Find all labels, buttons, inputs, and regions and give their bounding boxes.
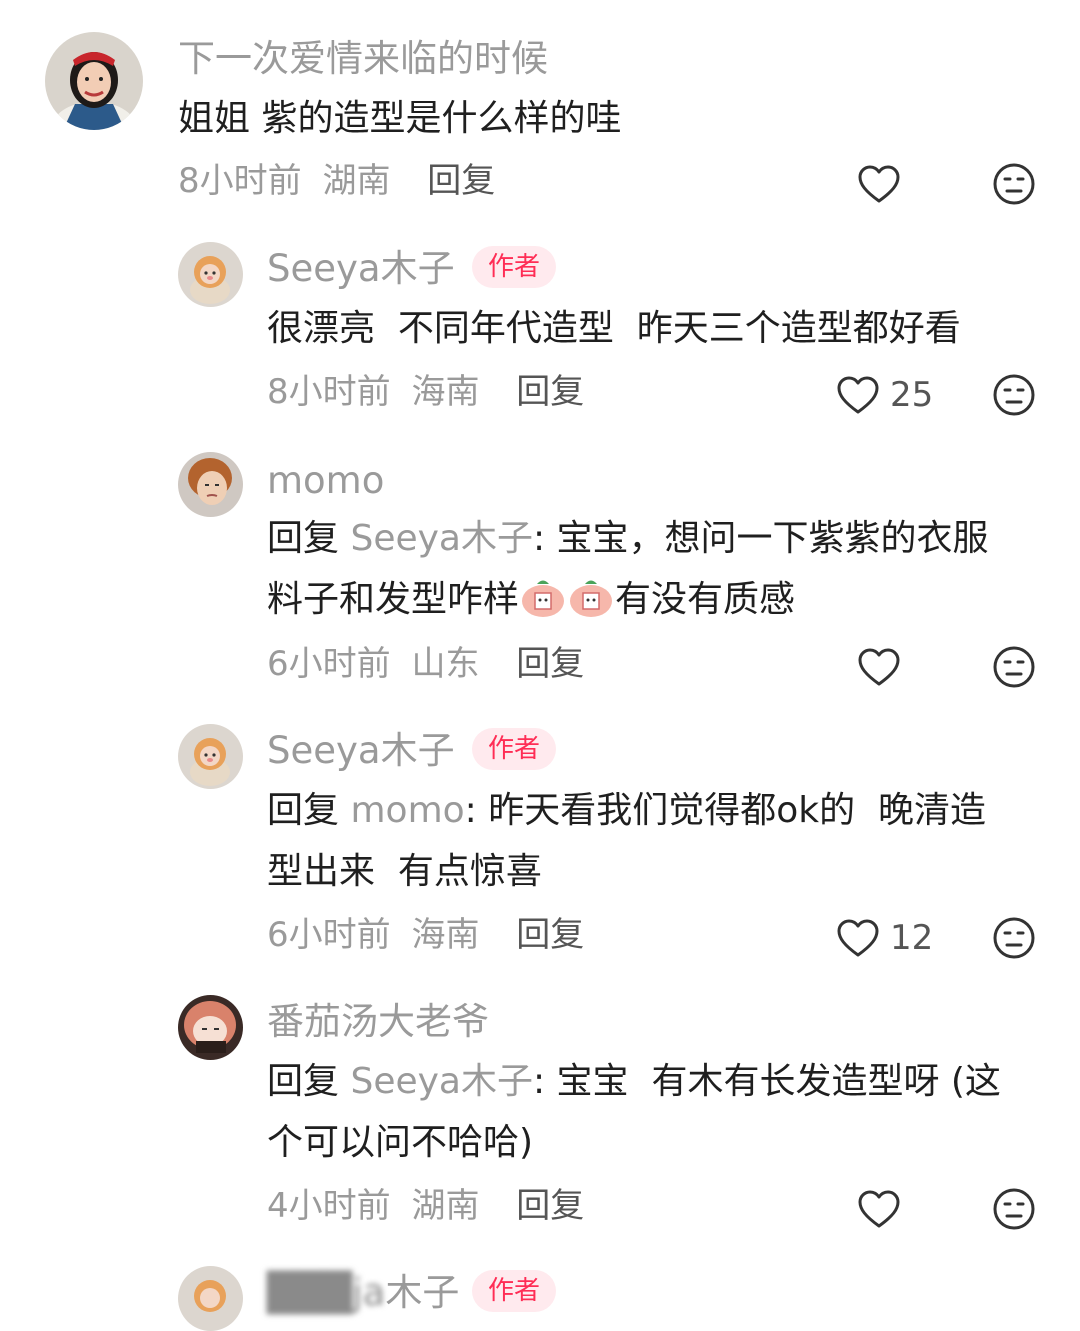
comment-text[interactable]: 姐姐 紫的造型是什么样的哇	[178, 88, 621, 149]
comment-meta: 8小时前 湖南 回复	[178, 164, 495, 198]
comment-meta: 6小时前 山东 回复	[267, 647, 584, 681]
timestamp: 6小时前	[267, 915, 391, 955]
author-badge: 作者	[472, 728, 557, 770]
like-button[interactable]	[857, 1189, 901, 1229]
peach-sticker	[567, 575, 615, 619]
neutral-face-icon	[993, 917, 1035, 959]
username[interactable]: 下一次爱情来临的时候	[178, 40, 548, 77]
like-button[interactable]: 25	[836, 375, 933, 415]
comment-text-line: : 宝宝 有木有长发造型呀 (这	[532, 1061, 1001, 1102]
username[interactable]: ███ja木子	[267, 1274, 459, 1311]
username[interactable]: momo	[267, 462, 384, 499]
avatar[interactable]	[178, 724, 243, 789]
location: 湖南	[322, 161, 391, 201]
comment-text-line: 个可以问不哈哈)	[267, 1122, 534, 1163]
heart-outline-icon	[837, 376, 879, 414]
reply-prefix: 回复	[267, 518, 340, 559]
like-button[interactable]: 12	[836, 918, 933, 958]
comment-meta: 4小时前 湖南 回复	[267, 1189, 584, 1223]
heart-outline-icon	[858, 1190, 900, 1228]
obscured-username: ███ja	[267, 1271, 386, 1314]
neutral-face-icon	[993, 374, 1035, 416]
comment-text-line: 料子和发型咋样	[267, 579, 520, 620]
dislike-button[interactable]	[992, 373, 1036, 417]
like-count: 12	[890, 918, 934, 958]
username-visible: 木子	[385, 1271, 460, 1314]
comment-text[interactable]: 回复 Seeya木子: 宝宝 有木有长发造型呀 (这 个可以问不哈哈)	[267, 1051, 1047, 1173]
neutral-face-icon	[993, 1188, 1035, 1230]
comment-meta: 6小时前 海南 回复	[267, 918, 584, 952]
reply-prefix: 回复	[267, 790, 340, 831]
heart-outline-icon	[858, 165, 900, 203]
reply-to-username[interactable]: Seeya木子	[350, 518, 533, 559]
timestamp: 8小时前	[267, 372, 391, 412]
reply-button[interactable]: 回复	[427, 161, 495, 201]
avatar[interactable]	[178, 995, 243, 1060]
dislike-button[interactable]	[992, 1187, 1036, 1231]
reply-button[interactable]: 回复	[516, 915, 584, 955]
timestamp: 8小时前	[178, 161, 302, 201]
avatar[interactable]	[178, 452, 243, 517]
dislike-button[interactable]	[992, 916, 1036, 960]
comment-text-line: 有没有质感	[615, 579, 796, 620]
username[interactable]: Seeya木子	[267, 732, 455, 769]
location: 湖南	[411, 1186, 480, 1226]
username[interactable]: 番茄汤大老爷	[267, 1003, 489, 1040]
avatar[interactable]	[178, 242, 243, 307]
avatar[interactable]	[178, 1266, 243, 1331]
like-button[interactable]	[857, 164, 901, 204]
location: 山东	[411, 644, 480, 684]
author-badge: 作者	[472, 246, 557, 288]
timestamp: 6小时前	[267, 644, 391, 684]
heart-outline-icon	[837, 919, 879, 957]
dislike-button[interactable]	[992, 645, 1036, 689]
comment-text[interactable]: 回复 momo: 昨天看我们觉得都ok的 晚清造 型出来 有点惊喜	[267, 780, 1047, 902]
dislike-button[interactable]	[992, 162, 1036, 206]
reply-button[interactable]: 回复	[516, 372, 584, 412]
comment-text-line: 型出来 有点惊喜	[267, 851, 542, 892]
reply-button[interactable]: 回复	[516, 1186, 584, 1226]
reply-button[interactable]: 回复	[516, 644, 584, 684]
peach-sticker	[519, 575, 567, 619]
comment-text[interactable]: 回复 Seeya木子: 宝宝，想问一下紫紫的衣服 料子和发型咋样 有没有质感	[267, 508, 1047, 630]
comment-text-line: : 昨天看我们觉得都ok的 晚清造	[464, 790, 986, 831]
neutral-face-icon	[993, 646, 1035, 688]
comment-text[interactable]: 很漂亮 不同年代造型 昨天三个造型都好看	[267, 298, 961, 359]
like-button[interactable]	[857, 647, 901, 687]
like-count: 25	[890, 375, 934, 415]
comment-text-line: : 宝宝，想问一下紫紫的衣服	[532, 518, 989, 559]
timestamp: 4小时前	[267, 1186, 391, 1226]
heart-outline-icon	[858, 648, 900, 686]
author-badge: 作者	[472, 1270, 557, 1312]
location: 海南	[411, 372, 480, 412]
reply-prefix: 回复	[267, 1061, 340, 1102]
avatar[interactable]	[45, 32, 143, 130]
comment-meta: 8小时前 海南 回复	[267, 375, 584, 409]
location: 海南	[411, 915, 480, 955]
reply-to-username[interactable]: momo	[350, 790, 464, 831]
neutral-face-icon	[993, 163, 1035, 205]
reply-to-username[interactable]: Seeya木子	[350, 1061, 533, 1102]
username[interactable]: Seeya木子	[267, 250, 455, 287]
